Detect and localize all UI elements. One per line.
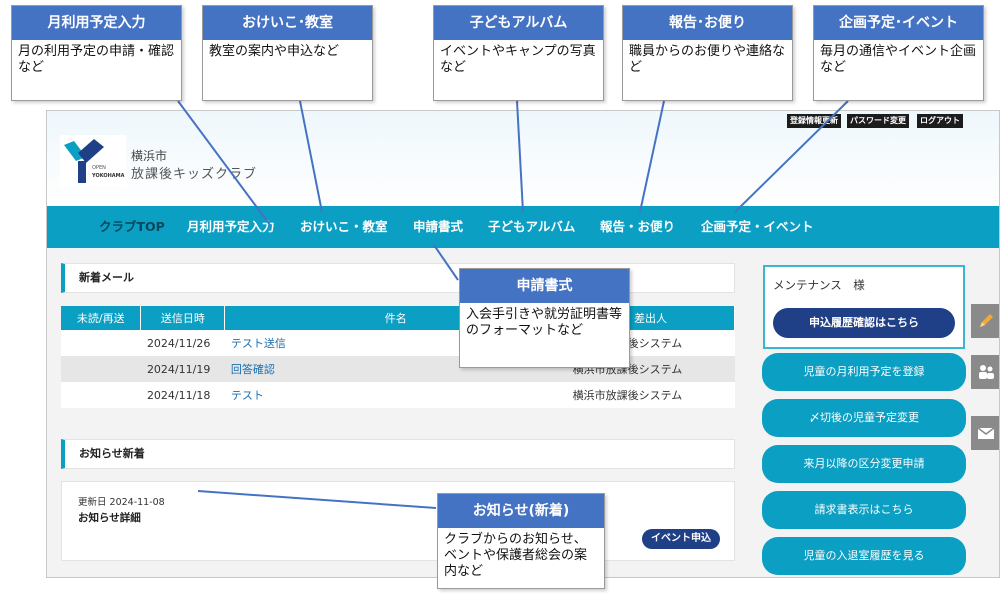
news-date: 更新日 2024-11-08	[78, 497, 165, 508]
callout-title: 月利用予定入力	[12, 6, 181, 40]
event-apply-button[interactable]: イベント申込	[642, 529, 720, 549]
callout-body: イベントやキャンプの写真など	[440, 44, 596, 75]
people-tab[interactable]	[971, 355, 999, 389]
screen: 登録情報更新 パスワード変更 ログアウト OPEN YOKOHAMA 横浜市 放…	[0, 0, 1000, 609]
callout-body: 入会手引きや就労証明書等のフォーマットなど	[466, 307, 623, 338]
user-box: メンテナンス 様 申込履歴確認はこちら	[763, 265, 965, 349]
callout-body: 職員からのお便りや連絡など	[629, 44, 786, 75]
password-change-link[interactable]: パスワード変更	[847, 114, 909, 128]
attendance-history-button[interactable]: 児童の入退室履歴を見る	[762, 537, 966, 575]
callout-body: クラブからのお知らせ、ベントや保護者総会の案内など	[444, 532, 588, 579]
callout-title: 子どもアルバム	[434, 6, 603, 40]
category-change-button[interactable]: 来月以降の区分変更申請	[762, 445, 966, 483]
nav-monthly-plan[interactable]: 月利用予定入力	[187, 206, 275, 248]
pencil-tab[interactable]	[971, 304, 999, 338]
row-status	[61, 382, 141, 408]
row-date: 2024/11/18	[140, 382, 225, 408]
row-status	[61, 330, 141, 356]
post-deadline-change-button[interactable]: 〆切後の児童予定変更	[762, 399, 966, 437]
mail-panel-title: 新着メール	[61, 263, 735, 293]
callout-title: お知らせ(新着)	[438, 494, 604, 528]
row-status	[61, 356, 141, 382]
mail-tab[interactable]	[971, 416, 999, 450]
callout-title: 企画予定･イベント	[814, 6, 983, 40]
nav-lessons[interactable]: おけいこ・教室	[300, 206, 388, 248]
row-date: 2024/11/26	[140, 330, 225, 356]
application-history-button[interactable]: 申込履歴確認はこちら	[773, 308, 955, 338]
register-monthly-plan-button[interactable]: 児童の月利用予定を登録	[762, 353, 966, 391]
callout-body: 毎月の通信やイベント企画など	[820, 44, 977, 75]
people-icon	[979, 365, 994, 379]
city-name: 横浜市	[131, 149, 168, 163]
yokohama-logo-icon: OPEN YOKOHAMA	[60, 135, 126, 187]
profile-update-link[interactable]: 登録情報更新	[787, 114, 841, 128]
news-title-link[interactable]: お知らせ詳細	[78, 510, 141, 525]
news-panel-title: お知らせ新着	[61, 439, 735, 469]
col-status[interactable]: 未読/再送	[61, 306, 142, 330]
callout-events: 企画予定･イベント 毎月の通信やイベント企画など	[813, 5, 984, 101]
nav-album[interactable]: 子どもアルバム	[488, 206, 575, 248]
callout-body: 教室の案内や申込など	[209, 44, 340, 59]
user-name: メンテナンス 様	[773, 278, 865, 292]
table-row[interactable]: 2024/11/26 テスト送信 横浜市放課後システム	[61, 330, 735, 356]
col-date[interactable]: 送信日時	[140, 306, 226, 330]
logo-yokohama-text: YOKOHAMA	[91, 173, 125, 179]
nav-events[interactable]: 企画予定・イベント	[701, 206, 814, 248]
callout-news: お知らせ(新着) クラブからのお知らせ、ベントや保護者総会の案内など	[437, 493, 605, 589]
callout-forms: 申請書式 入会手引きや就労証明書等のフォーマットなど	[459, 268, 630, 368]
nav-forms[interactable]: 申請書式	[413, 206, 463, 248]
nav-club-top[interactable]: クラブTOP	[99, 206, 165, 248]
row-date: 2024/11/19	[140, 356, 225, 382]
site-logo[interactable]: OPEN YOKOHAMA	[60, 135, 126, 187]
main-nav: クラブTOP 月利用予定入力 おけいこ・教室 申請書式 子どもアルバム 報告・お…	[47, 206, 999, 248]
pencil-icon	[980, 314, 993, 327]
logo-open-text: OPEN	[92, 165, 106, 171]
club-name: 放課後キッズクラブ	[131, 167, 258, 182]
callout-body: 月の利用予定の申請・確認など	[18, 44, 175, 75]
callout-monthly-plan: 月利用予定入力 月の利用予定の申請・確認など	[11, 5, 182, 101]
table-row[interactable]: 2024/11/18 テスト 横浜市放課後システム	[61, 382, 735, 408]
callout-title: 報告･お便り	[623, 6, 792, 40]
row-subject-link[interactable]: テスト	[224, 382, 567, 408]
nav-reports[interactable]: 報告・お便り	[600, 206, 675, 248]
callout-reports: 報告･お便り 職員からのお便りや連絡など	[622, 5, 793, 101]
invoice-button[interactable]: 請求書表示はこちら	[762, 491, 966, 529]
table-row[interactable]: 2024/11/19 回答確認 横浜市放課後システム	[61, 356, 735, 382]
callout-title: 申請書式	[460, 269, 629, 303]
logout-link[interactable]: ログアウト	[917, 114, 963, 128]
mail-icon	[977, 427, 995, 439]
row-sender: 横浜市放課後システム	[566, 382, 735, 408]
news-item: 更新日 2024-11-08 お知らせ詳細 イベント申込	[61, 481, 735, 561]
callout-lessons: おけいこ･教室 教室の案内や申込など	[202, 5, 373, 101]
mail-table: 未読/再送 送信日時 件名 差出人 2024/11/26 テスト送信 横浜市放課…	[61, 306, 735, 408]
callout-title: おけいこ･教室	[203, 6, 372, 40]
callout-album: 子どもアルバム イベントやキャンプの写真など	[433, 5, 604, 101]
site-header: 登録情報更新 パスワード変更 ログアウト OPEN YOKOHAMA 横浜市 放…	[47, 111, 999, 206]
